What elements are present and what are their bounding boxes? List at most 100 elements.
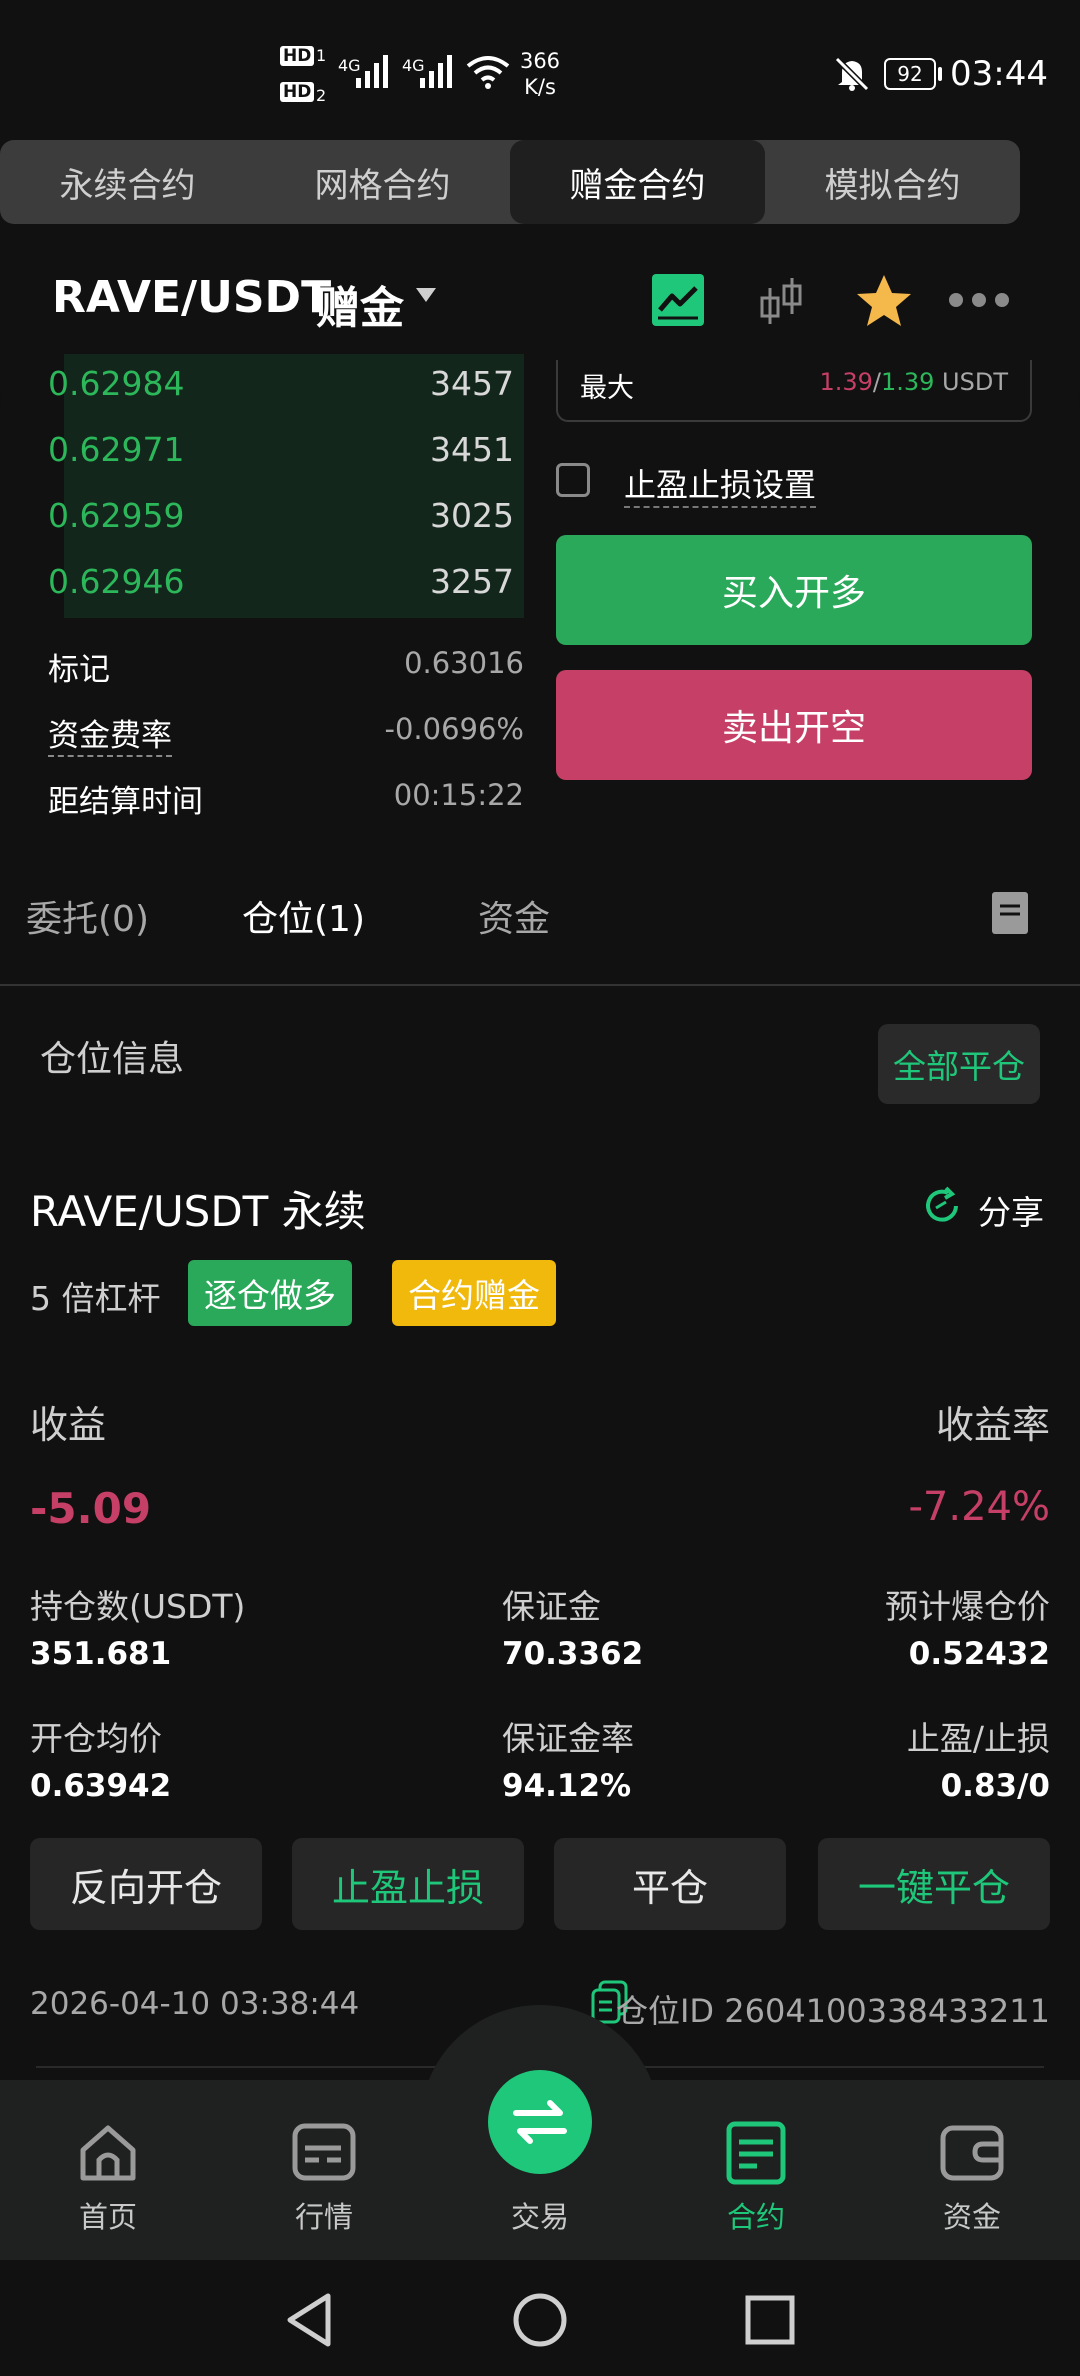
max-slash: / [872, 368, 881, 396]
close-position-button[interactable]: 平仓 [554, 1838, 786, 1930]
candlestick-icon[interactable] [756, 274, 806, 330]
bonus-badge: 合约赠金 [392, 1260, 556, 1326]
wallet-icon [940, 2125, 1004, 2181]
share-label[interactable]: 分享 [978, 1186, 1044, 1234]
divider [0, 984, 1080, 986]
nav-market[interactable]: 行情 [216, 2120, 432, 2236]
nav-assets-label: 资金 [942, 2200, 1001, 2234]
close-all-button[interactable]: 全部平仓 [878, 1024, 1040, 1104]
chevron-down-icon[interactable] [416, 288, 436, 302]
roe-value: -7.24% [908, 1484, 1050, 1530]
funding-rate-label[interactable]: 资金费率 [48, 710, 172, 757]
tab-perpetual[interactable]: 永续合约 [0, 140, 255, 224]
mode-badge: 逐仓做多 [188, 1260, 352, 1326]
pnl-label: 收益 [30, 1403, 107, 1447]
signal2-icon [420, 55, 452, 88]
order-book-row[interactable]: 0.62971 3451 [0, 420, 530, 486]
max-amount-box: 最大 1.39/1.39 USDT [556, 360, 1032, 422]
one-click-close-button[interactable]: 一键平仓 [818, 1838, 1050, 1930]
max-label: 最大 [580, 373, 634, 404]
margin-rate-value: 94.12% [502, 1768, 632, 1804]
tab-bonus[interactable]: 赠金合约 [510, 140, 765, 224]
signal1-icon [356, 55, 388, 88]
order-book-row[interactable]: 0.62946 3257 [0, 552, 530, 618]
wifi-icon [466, 56, 510, 89]
nav-trade[interactable]: 交易 [432, 2186, 648, 2236]
sim1-label: 1 [316, 46, 327, 65]
sim2-label: 2 [316, 86, 327, 105]
chart-line-icon[interactable] [652, 274, 704, 326]
tab-positions[interactable]: 仓位(1) [242, 890, 365, 942]
swap-icon[interactable] [488, 2070, 592, 2174]
contract-icon [726, 2121, 786, 2185]
order-book-row[interactable]: 0.62959 3025 [0, 486, 530, 552]
clock: 03:44 [950, 54, 1048, 94]
margin-value: 70.3362 [502, 1636, 644, 1672]
contract-type-tabs: 永续合约 网格合约 赠金合约 模拟合约 [0, 140, 1020, 224]
margin-label: 保证金 [502, 1587, 601, 1626]
tp-sl-setting-label[interactable]: 止盈止损设置 [624, 460, 817, 508]
position-symbol: RAVE/USDT 永续 [30, 1187, 366, 1236]
more-icon[interactable] [946, 288, 1012, 312]
share-icon[interactable] [922, 1186, 962, 1226]
pair-bonus-label[interactable]: 赠金 [316, 272, 404, 336]
pair-title[interactable]: RAVE/USDT [52, 272, 331, 323]
order-book-row[interactable]: 0.62984 3457 [0, 354, 530, 420]
sell-short-button[interactable]: 卖出开空 [556, 670, 1032, 780]
hd1-badge: HD [280, 46, 315, 66]
tab-grid[interactable]: 网格合约 [255, 140, 510, 224]
home-circle-icon[interactable] [512, 2292, 568, 2348]
net-speed-value: 366 [519, 49, 561, 73]
hd2-badge: HD [280, 82, 315, 102]
bid-qty: 3457 [430, 364, 514, 403]
bid-price: 0.62971 [48, 430, 185, 469]
status-bar: HD 1 HD 2 4G 4G 366 K/s 92 03:44 [0, 0, 1080, 140]
tab-assets[interactable]: 资金 [478, 890, 550, 942]
pnl-value: -5.09 [30, 1484, 152, 1533]
max-unit: USDT [942, 368, 1008, 396]
settlement-time-label: 距结算时间 [48, 784, 203, 820]
bid-price: 0.62984 [48, 364, 185, 403]
size-value: 351.681 [30, 1636, 172, 1672]
tab-demo[interactable]: 模拟合约 [765, 140, 1020, 224]
battery-level: 92 [897, 62, 923, 86]
reverse-position-button[interactable]: 反向开仓 [30, 1838, 262, 1930]
tp-sl-checkbox[interactable] [556, 463, 590, 497]
home-icon [80, 2125, 136, 2181]
settlement-time-value: 00:15:22 [393, 778, 524, 812]
bid-qty: 3025 [430, 496, 514, 535]
market-icon [292, 2123, 356, 2181]
system-nav-bar [0, 2260, 1080, 2376]
buy-long-button[interactable]: 买入开多 [556, 535, 1032, 645]
document-icon[interactable] [990, 890, 1030, 936]
nav-trade-label: 交易 [510, 2200, 569, 2234]
nav-assets[interactable]: 资金 [864, 2120, 1080, 2236]
net-speed-unit: K/s [524, 75, 556, 99]
entry-price-value: 0.63942 [30, 1768, 172, 1804]
battery-tip [938, 67, 942, 81]
nav-market-label: 行情 [294, 2200, 353, 2234]
back-icon[interactable] [284, 2292, 334, 2348]
nav-home[interactable]: 首页 [0, 2120, 216, 2236]
margin-rate-label: 保证金率 [502, 1719, 634, 1758]
tab-orders[interactable]: 委托(0) [26, 890, 149, 942]
recents-icon[interactable] [744, 2294, 796, 2346]
star-icon[interactable] [854, 272, 914, 330]
bell-muted-icon [834, 56, 870, 92]
max-sell-value: 1.39 [880, 368, 935, 396]
tp-sl-button[interactable]: 止盈止损 [292, 1838, 524, 1930]
bid-price: 0.62946 [48, 562, 185, 601]
position-timestamp: 2026-04-10 03:38:44 [30, 1986, 360, 2022]
battery-icon: 92 [884, 58, 936, 90]
section-title: 仓位信息 [40, 1039, 185, 1080]
liq-price-value: 0.52432 [908, 1636, 1050, 1672]
nav-contract-label: 合约 [726, 2200, 785, 2234]
funding-rate-value: -0.0696% [384, 712, 525, 746]
nav-home-label: 首页 [78, 2200, 137, 2234]
liq-price-label: 预计爆仓价 [885, 1587, 1050, 1626]
max-buy-value: 1.39 [819, 368, 873, 396]
leverage-label: 5 倍杠杆 [30, 1279, 161, 1318]
tp-sl-value: 0.83/0 [940, 1768, 1050, 1804]
bid-qty: 3257 [430, 562, 514, 601]
nav-contract[interactable]: 合约 [648, 2120, 864, 2236]
